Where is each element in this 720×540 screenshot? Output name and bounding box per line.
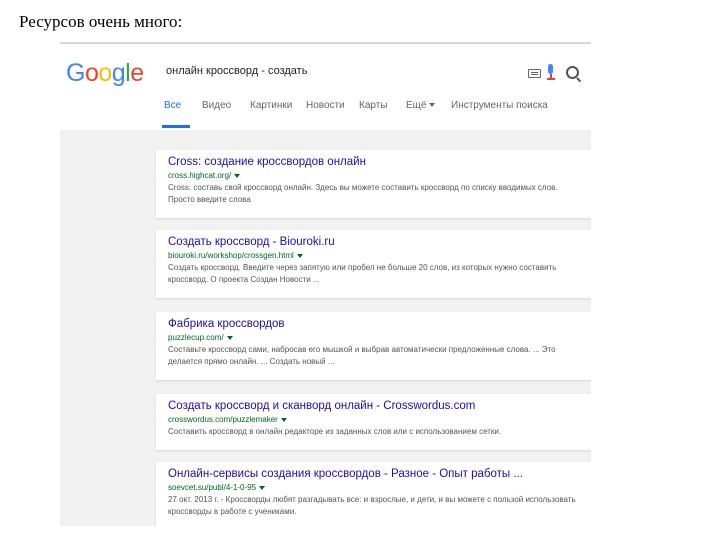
search-input[interactable]: онлайн кроссворд - создать — [166, 65, 307, 77]
tab-news[interactable]: Новости — [306, 100, 345, 111]
result-url[interactable]: soevcet.su/publ/4-1-0-95 — [168, 483, 266, 492]
logo-letter: G — [66, 59, 85, 87]
result-card: Фабрика кроссвордов puzzlecup.com/ Соста… — [156, 312, 591, 380]
google-header: Google онлайн кроссворд - создать Все Ви… — [60, 44, 591, 131]
tab-maps[interactable]: Карты — [359, 100, 388, 111]
result-card: Cross: создание кроссвордов онлайн cross… — [156, 150, 591, 218]
tab-images[interactable]: Картинки — [250, 100, 292, 111]
dropdown-arrow-icon[interactable] — [259, 485, 266, 490]
result-card: Создать кроссворд - Biouroki.ru biouroki… — [156, 230, 591, 298]
tab-more[interactable]: Ещё — [406, 100, 436, 111]
dropdown-arrow-icon[interactable] — [234, 173, 241, 178]
mic-icon[interactable] — [547, 64, 555, 82]
result-card: Онлайн-сервисы создания кроссвордов - Ра… — [156, 462, 591, 526]
slide-title: Ресурсов очень много: — [19, 12, 183, 31]
tab-all[interactable]: Все — [164, 100, 181, 111]
result-url[interactable]: biouroki.ru/workshop/crossgen.html — [168, 251, 303, 260]
logo-letter: o — [84, 59, 99, 87]
result-snippet: Создать кроссворд. Введите через запятую… — [168, 263, 557, 284]
search-icon[interactable] — [566, 66, 579, 79]
tab-video[interactable]: Видео — [202, 100, 231, 111]
result-snippet: 27 окт. 2013 г. - Кроссворды любят разга… — [168, 495, 576, 516]
result-title-link[interactable]: Создать кроссворд и сканворд онлайн - Cr… — [168, 400, 475, 412]
dropdown-arrow-icon[interactable] — [226, 335, 233, 340]
google-screenshot: Google онлайн кроссворд - создать Все Ви… — [60, 42, 591, 526]
active-tab-indicator — [162, 125, 190, 128]
search-box[interactable]: онлайн кроссворд - создать — [160, 58, 585, 88]
result-url[interactable]: crosswordus.com/puzzlemaker — [168, 415, 287, 424]
logo-letter: o — [98, 59, 112, 87]
keyboard-icon[interactable] — [528, 69, 541, 78]
result-card: Создать кроссворд и сканворд онлайн - Cr… — [156, 394, 591, 450]
result-snippet: Cross: составь свой кроссворд онлайн. Зд… — [168, 183, 558, 204]
tab-search-tools[interactable]: Инструменты поиска — [451, 100, 548, 111]
result-snippet: Составить кроссворд в онлайн редакторе и… — [168, 427, 502, 436]
result-snippet: Составьте кроссворд сами, набросав его м… — [168, 345, 556, 366]
result-title-link[interactable]: Фабрика кроссвордов — [168, 318, 284, 330]
result-title-link[interactable]: Онлайн-сервисы создания кроссвордов - Ра… — [168, 468, 523, 480]
google-logo[interactable]: Google — [66, 59, 144, 88]
result-title-link[interactable]: Cross: создание кроссвордов онлайн — [168, 156, 366, 168]
result-url[interactable]: puzzlecup.com/ — [168, 333, 233, 342]
result-title-link[interactable]: Создать кроссворд - Biouroki.ru — [168, 236, 335, 248]
result-url[interactable]: cross.highcat.org/ — [168, 171, 241, 180]
dropdown-arrow-icon[interactable] — [296, 253, 303, 258]
dropdown-arrow-icon[interactable] — [280, 417, 287, 422]
logo-letter: e — [130, 59, 144, 87]
logo-letter: g — [111, 59, 126, 87]
chevron-down-icon — [429, 103, 436, 108]
